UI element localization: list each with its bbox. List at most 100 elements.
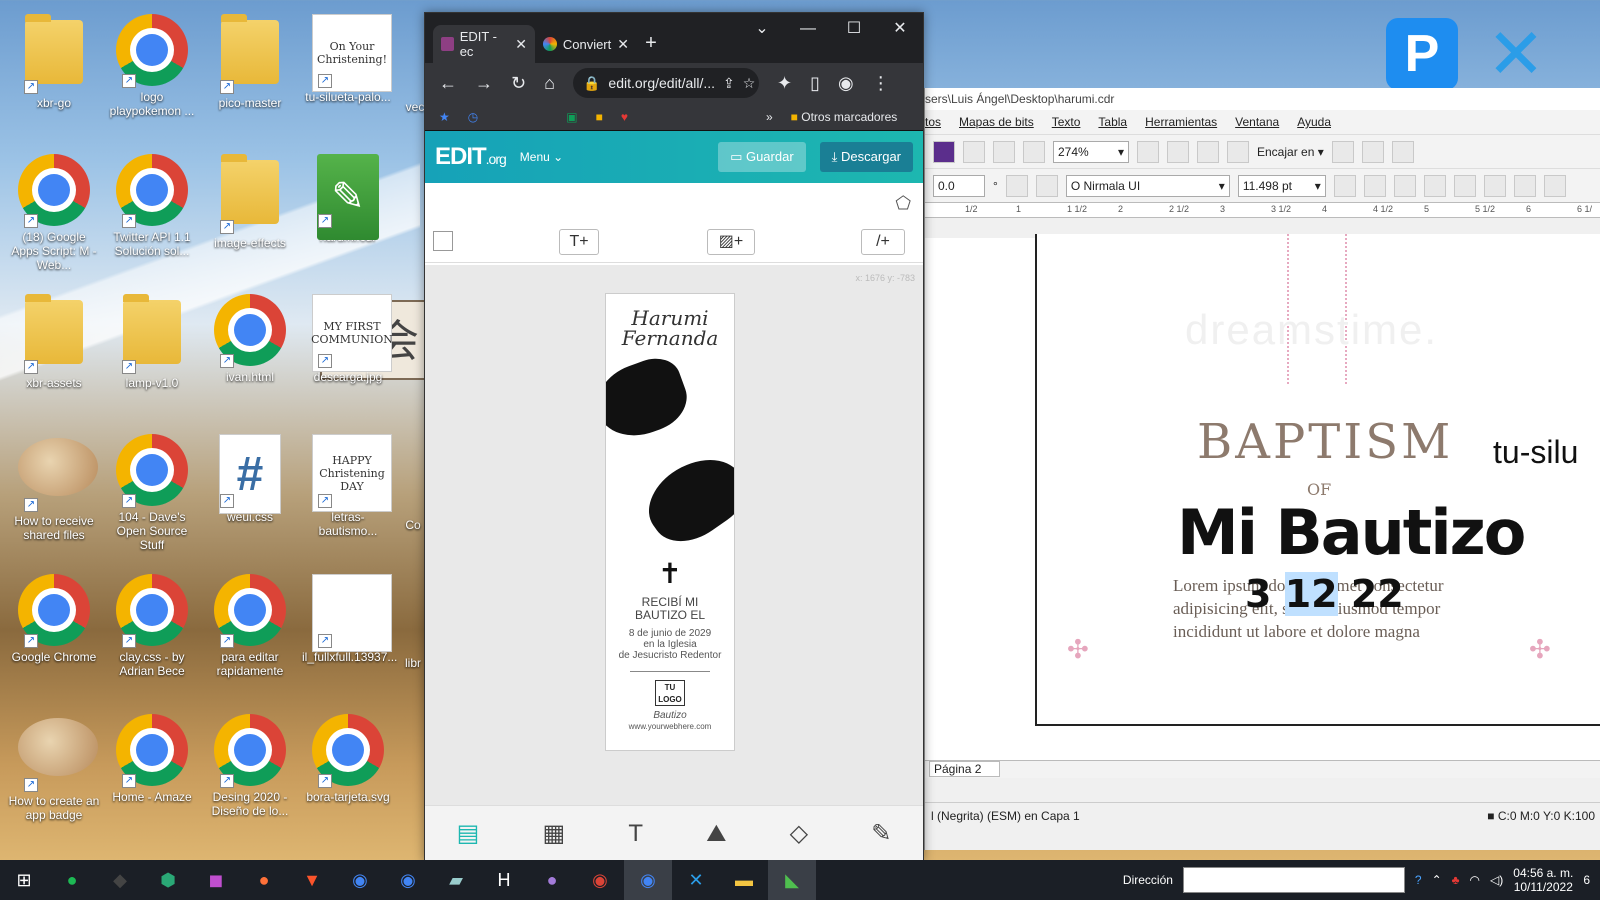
desktop-icon[interactable]: ↗ logo playpokemon ... (104, 8, 200, 118)
design-card[interactable]: Harumi Fernanda ✝ RECIBÍ MI BAUTIZO EL 8… (605, 293, 735, 751)
chrome-taskbar-icon[interactable]: ◉ (576, 860, 624, 900)
app-icon[interactable]: ◆ (96, 860, 144, 900)
bookmark-sheets-icon[interactable]: ▣ (566, 110, 577, 124)
desktop-icon[interactable]: ↗ pico-master (202, 8, 298, 110)
menu-item-tabla[interactable]: Tabla (1098, 115, 1127, 129)
tab-search-icon[interactable]: ⌄ (739, 13, 785, 45)
menu-item-texto[interactable]: Texto (1052, 115, 1081, 129)
bookmark-star-icon[interactable]: ★ (439, 110, 450, 124)
chrome-active-icon[interactable]: ◉ (624, 860, 672, 900)
vscode-taskbar-icon[interactable]: ✕ (672, 860, 720, 900)
shield-app-icon[interactable]: ⬢ (144, 860, 192, 900)
desktop-icon[interactable]: ↗ bora-tarjeta.svg (300, 708, 396, 804)
bullets-icon[interactable] (1453, 174, 1476, 197)
date-text-selected[interactable]: 3 12 22 (1245, 572, 1404, 616)
clock[interactable]: 04:56 a. m. 10/11/2022 (1513, 866, 1573, 894)
desktop-icon[interactable]: ↗ Google Chrome (6, 568, 102, 664)
tab-conviert[interactable]: Conviert ✕ (535, 25, 637, 63)
maximize-icon[interactable]: ☐ (831, 13, 877, 45)
desktop-icon[interactable]: ↗ Home - Amaze (104, 708, 200, 804)
kebab-menu-icon[interactable]: ⋮ (872, 73, 890, 94)
images-icon[interactable]: ⛰ (706, 820, 726, 848)
reload-icon[interactable]: ↻ (511, 73, 526, 94)
editorg-logo[interactable]: EDIT.org (435, 143, 507, 171)
font-family-select[interactable]: O Nirmala UI ▾ (1065, 174, 1230, 197)
name-line-2[interactable]: Fernanda (606, 328, 734, 348)
github-icon[interactable]: ● (528, 860, 576, 900)
page-frame-icon[interactable] (1167, 140, 1189, 163)
website[interactable]: www.yourwebhere.com (606, 721, 734, 732)
snap-to-dropdown[interactable]: Encajar en ▾ (1257, 145, 1324, 159)
desktop-icon[interactable]: ✎↗harumi.cdr (300, 148, 396, 244)
add-text-button[interactable]: T+ (559, 229, 599, 255)
menu-item-bitmaps[interactable]: Mapas de bits (959, 115, 1034, 129)
baptism-heading[interactable]: BAPTISM (1197, 414, 1453, 470)
address-bar[interactable]: 🔒 edit.org/edit/all/... ⇪ ☆ (572, 68, 759, 98)
received-line-2[interactable]: BAUTIZO EL (606, 609, 734, 622)
text-edit-icon[interactable] (1543, 174, 1566, 197)
coreldraw-taskbar-icon[interactable]: ◣ (768, 860, 816, 900)
menu-item-ventana[interactable]: Ventana (1235, 115, 1279, 129)
name-line-1[interactable]: Harumi (606, 308, 734, 328)
menu-item-texto-partial[interactable]: tos (925, 115, 941, 129)
star-icon[interactable]: ☆ (743, 75, 756, 92)
underline-icon[interactable] (1393, 174, 1416, 197)
snap-icon[interactable] (1227, 140, 1249, 163)
vscode-app-icon[interactable]: ✕ (1480, 18, 1552, 90)
doves-illustration[interactable] (606, 350, 734, 557)
publish-pdf-icon[interactable] (1023, 140, 1045, 163)
profile-icon[interactable]: ◉ (838, 73, 854, 94)
desktop-icon[interactable]: ↗ clay.css - by Adrian Bece (104, 568, 200, 678)
menu-item-ayuda[interactable]: Ayuda (1297, 115, 1331, 129)
export-icon[interactable] (993, 140, 1015, 163)
rotation-input[interactable]: 0.0 (933, 174, 985, 197)
logo-placeholder[interactable]: TU LOGO (655, 680, 685, 706)
desktop-icon[interactable]: ↗ para editar rapidamente (202, 568, 298, 678)
bookmark-keep-icon[interactable]: ■ (596, 110, 603, 124)
close-icon[interactable]: ✕ (617, 36, 629, 53)
bookmark-heart-icon[interactable]: ♥ (621, 110, 628, 124)
off-page-text[interactable]: tu-silu (1493, 434, 1578, 471)
h-app-icon[interactable]: H (480, 860, 528, 900)
select-all-checkbox[interactable] (433, 231, 453, 251)
desktop-icon[interactable]: ↗ Desing 2020 - Diseño de lo... (202, 708, 298, 818)
text-icon[interactable]: T (628, 820, 643, 848)
spotify-icon[interactable]: ● (48, 860, 96, 900)
signature[interactable]: Bautizo (606, 710, 734, 721)
zoom-fit-icon[interactable] (1137, 140, 1159, 163)
notes-icon[interactable]: ▰ (432, 860, 480, 900)
desktop-icon[interactable]: On Your Christening! ↗ tu-silueta-palo... (300, 8, 396, 104)
shapes-panel-icon[interactable]: ◇ (790, 819, 808, 848)
file-explorer-icon[interactable]: ▬ (720, 860, 768, 900)
firefox-icon[interactable]: ● (240, 860, 288, 900)
shapes-icon[interactable]: ⬠ (895, 193, 911, 214)
desktop-icon[interactable]: ↗ ivan.html (202, 288, 298, 384)
view-icon[interactable] (1197, 140, 1219, 163)
forward-icon[interactable]: → (475, 73, 493, 94)
place-line-1[interactable]: en la Iglesia (606, 639, 734, 650)
menu-item-herramientas[interactable]: Herramientas (1145, 115, 1217, 129)
desktop-icon[interactable]: ↗ image-effects (202, 148, 298, 250)
chrome-profile-icon[interactable]: ◉ (384, 860, 432, 900)
notification-badge[interactable]: 6 (1583, 873, 1590, 887)
desktop-icon[interactable]: ↗ (18) Google Apps Script: M - Web... (6, 148, 102, 272)
desktop-icon[interactable]: ↗ How to create an app badge (6, 708, 102, 822)
date-line[interactable]: 8 de junio de 2029 (606, 628, 734, 639)
address-toolbar-input[interactable] (1182, 867, 1405, 893)
title-text[interactable]: Mi Bautizo (1177, 496, 1526, 569)
desktop-icon[interactable]: HAPPY Christening DAY ↗ letras-bautismo... (300, 428, 396, 538)
bold-icon[interactable] (1333, 174, 1356, 197)
minimize-icon[interactable]: — (785, 13, 831, 45)
close-window-icon[interactable]: ✕ (877, 13, 923, 45)
download-button[interactable]: ⤓ Descargar (819, 142, 913, 172)
save-button[interactable]: ▭ Guardar (718, 142, 806, 172)
chevron-up-icon[interactable]: ⌃ (1432, 873, 1442, 887)
editorg-menu[interactable]: Menu ⌄ (520, 150, 563, 164)
help-icon[interactable]: ? (1415, 873, 1422, 887)
desktop-icon[interactable]: ↗ il_fullxfull.13937... (300, 568, 397, 664)
options-icon[interactable] (1331, 140, 1354, 163)
bookmarks-more[interactable]: » (766, 110, 773, 124)
font-size-select[interactable]: 11.498 pt ▾ (1237, 174, 1326, 197)
back-icon[interactable]: ← (439, 73, 457, 94)
chrome-taskbar-icon[interactable]: ◉ (336, 860, 384, 900)
